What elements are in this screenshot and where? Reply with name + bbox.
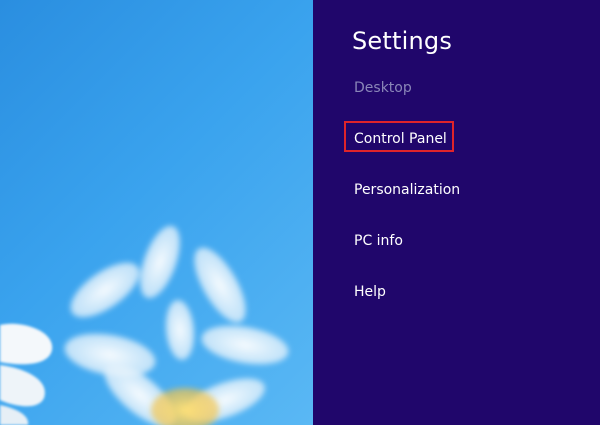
help-link[interactable]: Help (354, 284, 386, 300)
context-label-desktop: Desktop (354, 80, 412, 96)
desktop-background (0, 0, 313, 425)
settings-charm-panel: Settings Desktop Control Panel Personali… (313, 0, 600, 425)
daisy-flower-image (0, 225, 289, 425)
screen: Settings Desktop Control Panel Personali… (0, 0, 600, 425)
control-panel-link[interactable]: Control Panel (354, 131, 447, 147)
pc-info-link[interactable]: PC info (354, 233, 403, 249)
personalization-link[interactable]: Personalization (354, 182, 460, 198)
settings-title: Settings (352, 27, 453, 55)
